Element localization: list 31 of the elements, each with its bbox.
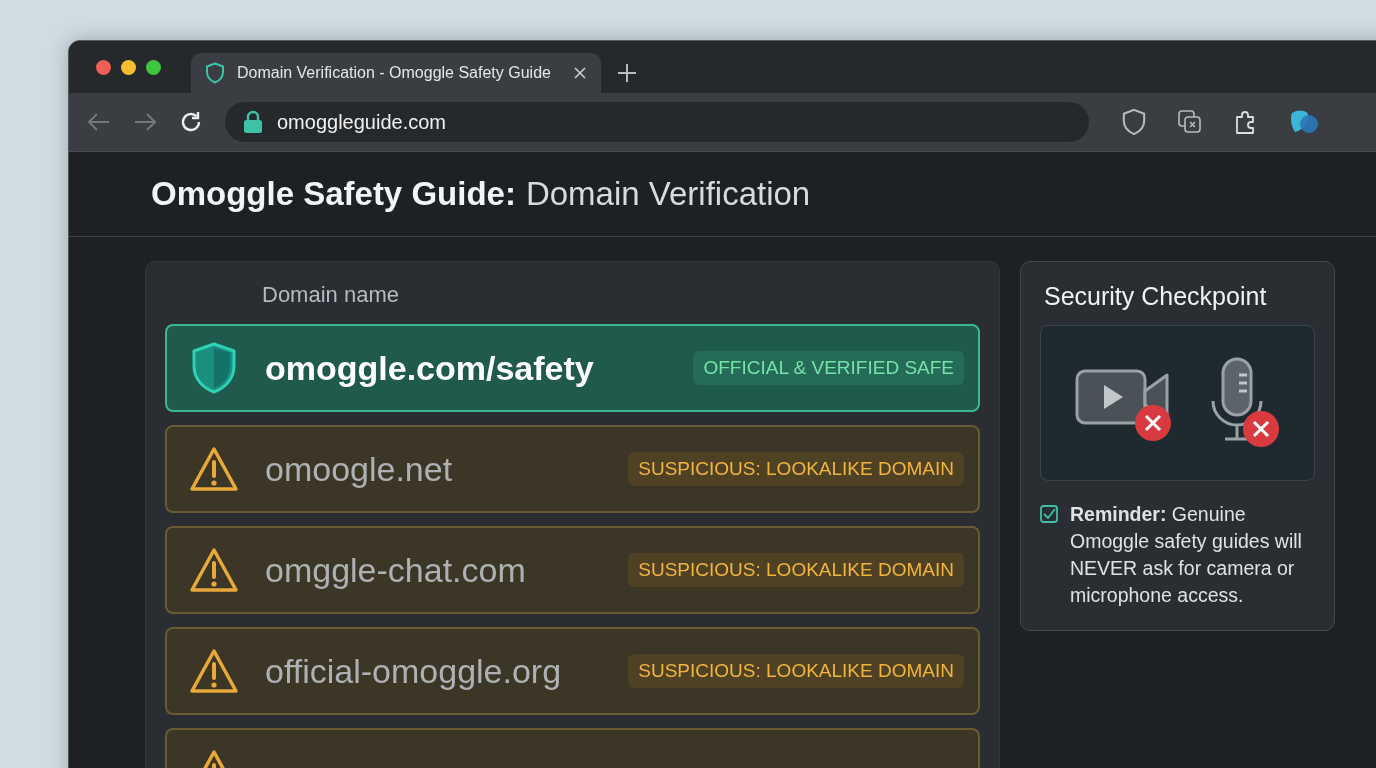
reminder-text: Reminder: Genuine Omoggle safety guides will NEVER ask for camera or microphone access. — [1070, 502, 1303, 608]
warning-icon — [189, 648, 239, 694]
status-label: SUSPICIOUS: LOOKALIKE DOMAIN — [628, 654, 964, 688]
reload-icon[interactable] — [179, 110, 203, 134]
address-bar[interactable]: omoggleguide.com — [225, 102, 1089, 142]
column-header: Domain name — [261, 282, 400, 308]
tab-title: Domain Verification - Omoggle Safety Guide — [237, 64, 552, 82]
warning-icon — [189, 547, 239, 593]
close-icon[interactable] — [573, 66, 587, 80]
back-icon[interactable] — [87, 112, 111, 132]
shield-icon — [205, 62, 225, 84]
browser-tab[interactable]: Domain Verification - Omoggle Safety Guide — [191, 53, 601, 93]
minimize-window-button[interactable] — [121, 59, 136, 75]
status-label: SUSPICIOUS: LOOKALIKE DOMAIN — [628, 553, 964, 587]
profile-icon[interactable] — [1289, 108, 1319, 136]
shield-icon[interactable] — [1121, 108, 1147, 136]
status-label: OFFICIAL & VERIFIED SAFE — [693, 351, 964, 385]
tab-actions-icon[interactable] — [1177, 109, 1203, 135]
domain-name: omggle-chat.com — [265, 550, 527, 590]
close-window-button[interactable] — [96, 59, 111, 75]
new-tab-icon[interactable] — [617, 63, 637, 83]
lock-icon — [243, 110, 263, 134]
domain-name: omoggle.com/safety — [265, 348, 595, 388]
domain-name: official-omoggle.org — [265, 651, 563, 691]
status-label: SUSPICIOUS: LOOKALIKE DOMAIN — [628, 452, 964, 486]
zoom-window-button[interactable] — [146, 59, 161, 75]
domain-name: omoogle.net — [265, 449, 454, 489]
page-title: Omoggle Safety Guide: Domain Verification — [151, 175, 811, 213]
card-title: Security Checkpoint — [1044, 282, 1268, 311]
warning-icon — [189, 446, 239, 492]
forward-icon[interactable] — [133, 112, 157, 132]
